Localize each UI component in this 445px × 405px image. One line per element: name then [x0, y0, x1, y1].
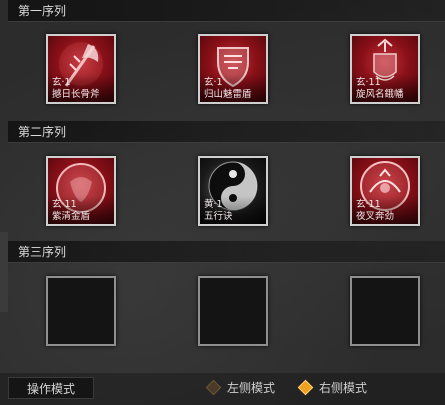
skill-sequence-panel: 第一序列 玄·1 撼日长骨斧 玄·1 归山魅雷盾 玄·11 旋风名鋨幡 第二序列…: [0, 0, 445, 405]
skill-slot-3-1-empty[interactable]: [46, 276, 116, 346]
skill-slot-3-2-empty[interactable]: [198, 276, 268, 346]
skill-grade: 黄·1: [204, 199, 223, 210]
skill-label: 玄·11 旋风名鋨幡: [352, 74, 418, 102]
background-character-edge: [0, 232, 8, 312]
skill-grade: 玄·11: [356, 77, 381, 88]
skill-slot-1-1[interactable]: 玄·1 撼日长骨斧: [46, 34, 116, 104]
skill-name: 夜叉奔劲: [356, 211, 395, 222]
skill-name: 归山魅雷盾: [204, 89, 252, 100]
operation-mode-button[interactable]: 操作模式: [8, 377, 94, 399]
left-mode-label: 左侧模式: [227, 381, 276, 395]
left-mode-option[interactable]: 左侧模式: [205, 378, 276, 398]
skill-name: 五行诀: [204, 211, 233, 222]
skill-slot-1-2[interactable]: 玄·1 归山魅雷盾: [198, 34, 268, 104]
right-mode-label: 右侧模式: [319, 381, 368, 395]
skill-label: 玄·1 归山魅雷盾: [200, 74, 266, 102]
skill-slot-2-1[interactable]: 玄·11 紫清金盾: [46, 156, 116, 226]
skill-label: 玄·11 紫清金盾: [48, 196, 114, 224]
skill-slot-2-3[interactable]: 玄·11 夜叉奔劲: [350, 156, 420, 226]
skill-label: 黄·1 五行诀: [200, 196, 266, 224]
diamond-unselected-icon: [205, 379, 222, 396]
section-header-3: 第三序列: [8, 241, 445, 263]
skill-slot-1-3[interactable]: 玄·11 旋风名鋨幡: [350, 34, 420, 104]
skill-grade: 玄·1: [52, 77, 71, 88]
diamond-selected-icon: [297, 379, 314, 396]
skill-grade: 玄·11: [52, 199, 77, 210]
skill-name: 旋风名鋨幡: [356, 89, 404, 100]
right-mode-option[interactable]: 右侧模式: [297, 378, 368, 398]
skill-slot-3-3-empty[interactable]: [350, 276, 420, 346]
skill-label: 玄·11 夜叉奔劲: [352, 196, 418, 224]
skill-name: 撼日长骨斧: [52, 89, 100, 100]
skill-grade: 玄·11: [356, 199, 381, 210]
skill-slot-2-2[interactable]: 黄·1 五行诀: [198, 156, 268, 226]
section-header-2: 第二序列: [8, 121, 445, 143]
skill-label: 玄·1 撼日长骨斧: [48, 74, 114, 102]
skill-grade: 玄·1: [204, 77, 223, 88]
section-header-1: 第一序列: [8, 0, 445, 22]
skill-name: 紫清金盾: [52, 211, 91, 222]
